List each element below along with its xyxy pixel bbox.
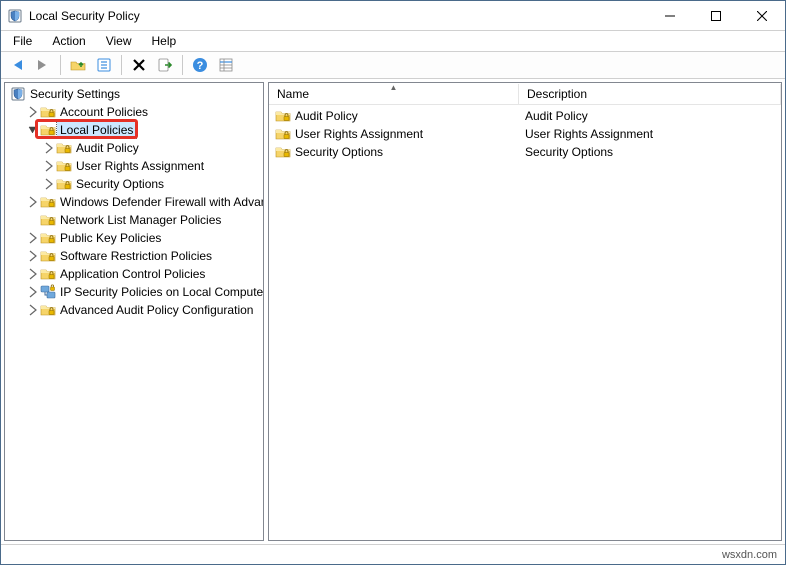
expander-icon[interactable] <box>25 285 39 299</box>
tree-node[interactable]: Security Options <box>7 175 264 193</box>
list-row[interactable]: Audit Policy Audit Policy <box>269 107 781 125</box>
minimize-button[interactable] <box>647 1 693 31</box>
menu-file[interactable]: File <box>5 32 40 50</box>
folder-lock-icon <box>55 140 73 156</box>
tree-node[interactable]: Account Policies <box>7 103 264 121</box>
status-footer: wsxdn.com <box>1 544 785 564</box>
tree-node[interactable]: Software Restriction Policies <box>7 247 264 265</box>
folder-lock-icon <box>275 108 291 124</box>
menu-help[interactable]: Help <box>144 32 185 50</box>
tree-label: Advanced Audit Policy Configuration <box>57 302 256 318</box>
app-icon <box>7 8 23 24</box>
folder-lock-icon <box>275 126 291 142</box>
folder-lock-icon <box>39 266 57 282</box>
expander-icon[interactable] <box>25 231 39 245</box>
tree-label: Windows Defender Firewall with Advanced … <box>57 194 264 210</box>
folder-lock-icon <box>39 284 57 300</box>
folder-lock-icon <box>275 144 291 160</box>
menu-view[interactable]: View <box>98 32 140 50</box>
tree-node[interactable]: Audit Policy <box>7 139 264 157</box>
tree-root-node[interactable]: Security Settings <box>7 85 264 103</box>
list-row[interactable]: User Rights Assignment User Rights Assig… <box>269 125 781 143</box>
tree-label: IP Security Policies on Local Computer <box>57 284 264 300</box>
up-button[interactable] <box>66 54 90 76</box>
tree-node[interactable]: Network List Manager Policies <box>7 211 264 229</box>
expander-icon[interactable] <box>25 105 39 119</box>
export-button[interactable] <box>153 54 177 76</box>
expander-icon[interactable] <box>25 213 39 227</box>
column-name[interactable]: Name ▲ <box>269 84 519 104</box>
folder-lock-icon <box>55 158 73 174</box>
shield-icon <box>9 86 27 102</box>
expander-icon[interactable] <box>41 141 55 155</box>
tree-label: Software Restriction Policies <box>57 248 215 264</box>
tree-pane[interactable]: Security Settings Account Policies Local… <box>4 82 264 541</box>
menu-bar: File Action View Help <box>1 31 785 51</box>
folder-lock-icon <box>39 212 57 228</box>
back-button[interactable] <box>5 54 29 76</box>
menu-action[interactable]: Action <box>44 32 93 50</box>
tree-node[interactable]: Windows Defender Firewall with Advanced … <box>7 193 264 211</box>
tree-node[interactable]: Application Control Policies <box>7 265 264 283</box>
expander-icon[interactable] <box>25 195 39 209</box>
list-cell-description: Security Options <box>525 145 613 159</box>
folder-lock-icon <box>55 176 73 192</box>
tree-label: Account Policies <box>57 104 151 120</box>
content-area: Security Settings Account Policies Local… <box>1 79 785 544</box>
close-button[interactable] <box>739 1 785 31</box>
view-details-button[interactable] <box>214 54 238 76</box>
folder-lock-icon <box>39 302 57 318</box>
folder-lock-icon <box>39 122 57 138</box>
list-pane[interactable]: Name ▲ Description Audit Policy Audit Po… <box>268 82 782 541</box>
list-cell-name: User Rights Assignment <box>295 127 423 141</box>
tree-label: Public Key Policies <box>57 230 164 246</box>
delete-button[interactable] <box>127 54 151 76</box>
tree-node[interactable]: User Rights Assignment <box>7 157 264 175</box>
tree-node[interactable]: Local Policies <box>7 121 264 139</box>
folder-lock-icon <box>39 194 57 210</box>
expander-icon[interactable] <box>25 123 39 137</box>
tree-node[interactable]: Advanced Audit Policy Configuration <box>7 301 264 319</box>
folder-lock-icon <box>39 104 57 120</box>
tree-label: Application Control Policies <box>57 266 208 282</box>
expander-icon[interactable] <box>25 267 39 281</box>
tree-label: Local Policies <box>57 122 136 138</box>
expander-icon[interactable] <box>25 303 39 317</box>
tree-label: Security Settings <box>27 86 123 102</box>
watermark-text: wsxdn.com <box>722 549 777 561</box>
list-cell-name: Audit Policy <box>295 109 358 123</box>
expander-icon[interactable] <box>25 249 39 263</box>
help-button[interactable] <box>188 54 212 76</box>
column-description[interactable]: Description <box>519 84 781 104</box>
toolbar-separator <box>121 55 122 75</box>
folder-lock-icon <box>39 248 57 264</box>
title-bar: Local Security Policy <box>1 1 785 31</box>
tree-node[interactable]: Public Key Policies <box>7 229 264 247</box>
tree-label: Audit Policy <box>73 140 142 156</box>
expander-icon[interactable] <box>41 177 55 191</box>
tree-node[interactable]: IP Security Policies on Local Computer <box>7 283 264 301</box>
list-row[interactable]: Security Options Security Options <box>269 143 781 161</box>
list-cell-description: Audit Policy <box>525 109 588 123</box>
properties-button[interactable] <box>92 54 116 76</box>
sort-asc-icon: ▲ <box>390 83 398 92</box>
folder-lock-icon <box>39 230 57 246</box>
forward-button[interactable] <box>31 54 55 76</box>
list-header: Name ▲ Description <box>269 83 781 105</box>
toolbar-separator <box>60 55 61 75</box>
window-title: Local Security Policy <box>29 9 140 23</box>
expander-icon[interactable] <box>41 159 55 173</box>
tree-label: Network List Manager Policies <box>57 212 224 228</box>
tree-label: User Rights Assignment <box>73 158 207 174</box>
toolbar-separator <box>182 55 183 75</box>
toolbar <box>1 51 785 79</box>
tree-label: Security Options <box>73 176 167 192</box>
list-cell-description: User Rights Assignment <box>525 127 653 141</box>
list-cell-name: Security Options <box>295 145 383 159</box>
maximize-button[interactable] <box>693 1 739 31</box>
